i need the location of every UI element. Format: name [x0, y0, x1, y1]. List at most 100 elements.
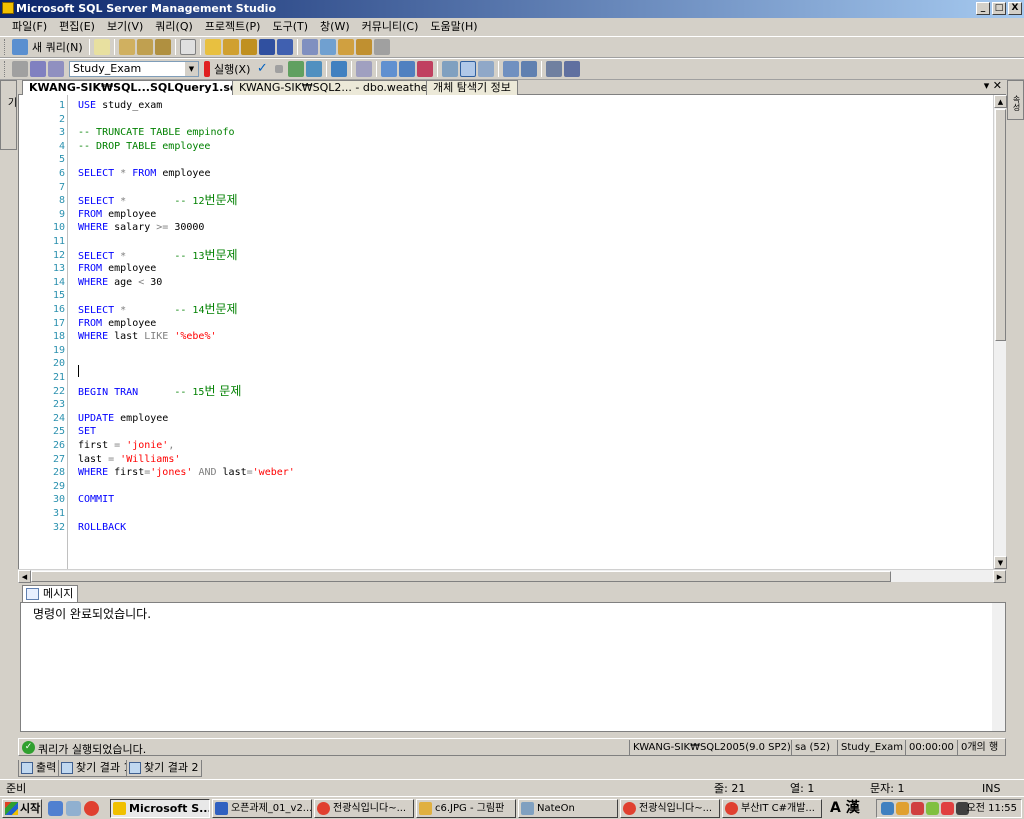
title-bar[interactable]: Microsoft SQL Server Management Studio _… — [0, 0, 1024, 18]
chevron-down-icon[interactable]: ▼ — [185, 62, 198, 76]
scroll-up-icon[interactable]: ▲ — [994, 95, 1007, 108]
restore-button[interactable]: □ — [992, 2, 1006, 15]
code-line[interactable]: 5 — [19, 153, 989, 167]
code-line[interactable]: 21 — [19, 371, 989, 385]
code-line[interactable]: 4 -- DROP TABLE employee — [19, 140, 989, 154]
sql-editor[interactable]: 1 USE study_exam 2 3 -- TRUNCATE TABLE empin… — [18, 95, 1007, 569]
code-line[interactable]: 28 WHERE first='jones' AND last='weber' — [19, 466, 989, 480]
open-file-icon[interactable] — [222, 39, 239, 55]
code-line[interactable]: 31 — [19, 507, 989, 521]
chrome-icon[interactable] — [84, 801, 99, 816]
execute-button[interactable]: 실행(X) — [214, 61, 250, 77]
taskbar-button-chrome-1[interactable]: 전광식입니다~... — [314, 799, 414, 818]
editor-vertical-scrollbar[interactable]: ▲ ▼ — [993, 95, 1007, 569]
include-plan-icon[interactable] — [381, 61, 398, 77]
taskbar-button-chrome-2[interactable]: 전광식입니다~... — [620, 799, 720, 818]
execute-icon[interactable] — [204, 61, 210, 77]
start-button[interactable]: 시작 — [2, 799, 42, 818]
minimize-button[interactable]: _ — [976, 2, 990, 15]
query-designer-icon[interactable] — [306, 61, 323, 77]
menu-edit[interactable]: 편집(E) — [53, 18, 101, 36]
properties-icon[interactable] — [373, 39, 390, 55]
ie-icon[interactable] — [48, 801, 63, 816]
new-query-icon[interactable] — [12, 39, 28, 55]
registered-servers-icon[interactable] — [301, 39, 318, 55]
menu-help[interactable]: 도움말(H) — [424, 18, 483, 36]
increase-indent-icon[interactable] — [564, 61, 581, 77]
taskbar-button-nateon[interactable]: NateOn — [518, 799, 618, 818]
solution-explorer-icon[interactable] — [355, 39, 372, 55]
object-explorer-autohide-tab[interactable]: 개체 탐색기 — [0, 80, 31, 150]
code-line[interactable]: 15 — [19, 289, 989, 303]
new-query-button[interactable]: 새 쿼리(N) — [32, 39, 83, 55]
toolbar-overflow-icon[interactable] — [582, 61, 590, 77]
tab-sqlquery1[interactable]: KWANG-SIK₩SQL...SQLQuery1.sql* — [22, 80, 255, 96]
code-line[interactable]: 20 — [19, 357, 989, 371]
scroll-thumb[interactable] — [995, 109, 1006, 341]
code-line[interactable]: 19 — [19, 344, 989, 358]
intellisense-icon[interactable] — [331, 61, 348, 77]
code-line[interactable]: 3 -- TRUNCATE TABLE empinofo — [19, 126, 989, 140]
code-line[interactable]: 26 first = 'jonie', — [19, 439, 989, 453]
database-select[interactable]: Study_Exam ▼ — [69, 61, 199, 77]
template-explorer-icon[interactable] — [337, 39, 354, 55]
save-icon[interactable] — [258, 39, 275, 55]
uncomment-icon[interactable] — [521, 61, 538, 77]
scroll-down-icon[interactable]: ▼ — [994, 556, 1007, 569]
new-file-icon[interactable] — [93, 39, 110, 55]
toolbar-grip[interactable] — [4, 39, 7, 55]
code-line[interactable]: 9 FROM employee — [19, 208, 989, 222]
show-desktop-icon[interactable] — [66, 801, 81, 816]
messages-vertical-scrollbar[interactable] — [992, 603, 1005, 731]
code-line[interactable]: 17 FROM employee — [19, 317, 989, 331]
code-line[interactable]: 25 SET — [19, 425, 989, 439]
results-to-file-icon[interactable] — [460, 61, 477, 77]
menu-view[interactable]: 보기(V) — [101, 18, 149, 36]
menu-query[interactable]: 쿼리(Q) — [149, 18, 198, 36]
code-line[interactable]: 22 BEGIN TRAN -- 15번 문제 — [19, 384, 989, 399]
code-line[interactable]: 11 — [19, 235, 989, 249]
menu-file[interactable]: 파일(F) — [6, 18, 53, 36]
code-line[interactable]: 29 — [19, 480, 989, 494]
results-to-grid-icon[interactable] — [442, 61, 459, 77]
code-line[interactable]: 30 COMMIT — [19, 493, 989, 507]
code-line[interactable]: 7 — [19, 181, 989, 195]
security-icon[interactable] — [941, 802, 954, 815]
messages-pane[interactable]: 명령이 완료되었습니다. — [20, 602, 1006, 732]
menu-community[interactable]: 커뮤니티(C) — [356, 18, 425, 36]
tab-messages[interactable]: 메시지 — [22, 585, 79, 602]
update-icon[interactable] — [926, 802, 939, 815]
antivirus-icon[interactable] — [911, 802, 924, 815]
tab-find-results-2[interactable]: 찾기 결과 2 — [126, 760, 203, 777]
code-line[interactable]: 6 SELECT * FROM employee — [19, 167, 989, 181]
tab-list-close-controls[interactable]: ▾ ✕ — [984, 79, 1002, 92]
object-explorer-icon[interactable] — [319, 39, 336, 55]
taskbar-button-ssms[interactable]: Microsoft S... — [110, 799, 210, 818]
menu-project[interactable]: 프로젝트(P) — [199, 18, 267, 36]
save-all-icon[interactable] — [276, 39, 293, 55]
properties-autohide-tab[interactable]: 속성 — [1007, 80, 1024, 120]
code-line[interactable]: 8 SELECT * -- 12번문제 — [19, 194, 989, 208]
taskbar-button-word[interactable]: 오픈과제_01_v2... — [212, 799, 312, 818]
messenger-icon[interactable] — [896, 802, 909, 815]
connect-icon[interactable] — [12, 61, 28, 77]
code-line[interactable]: 10 WHERE salary >= 30000 — [19, 221, 989, 235]
code-line[interactable]: 13 FROM employee — [19, 262, 989, 276]
decrease-indent-icon[interactable] — [546, 61, 563, 77]
new-document-icon[interactable] — [179, 39, 196, 55]
menu-window[interactable]: 창(W) — [314, 18, 356, 36]
mdx-query-icon[interactable] — [154, 39, 171, 55]
open-folder-icon[interactable] — [204, 39, 221, 55]
taskbar-button-paint[interactable]: c6.JPG - 그림판 — [416, 799, 516, 818]
tab-weather-table[interactable]: KWANG-SIK₩SQL2... - dbo.weather* — [232, 80, 445, 95]
network-icon[interactable] — [881, 802, 894, 815]
analysis-query-icon[interactable] — [136, 39, 153, 55]
scroll-left-icon[interactable]: ◀ — [18, 570, 31, 583]
change-connection-icon[interactable] — [30, 61, 46, 77]
parse-check-icon[interactable]: ✓ — [254, 61, 270, 77]
ime-indicator[interactable]: A 漢 — [830, 799, 860, 818]
taskbar-button-chrome-3[interactable]: 부산IT C#개발... — [722, 799, 822, 818]
results-to-text-icon[interactable] — [417, 61, 434, 77]
comment-out-icon[interactable] — [503, 61, 520, 77]
tab-output[interactable]: 출력 — [18, 760, 61, 777]
